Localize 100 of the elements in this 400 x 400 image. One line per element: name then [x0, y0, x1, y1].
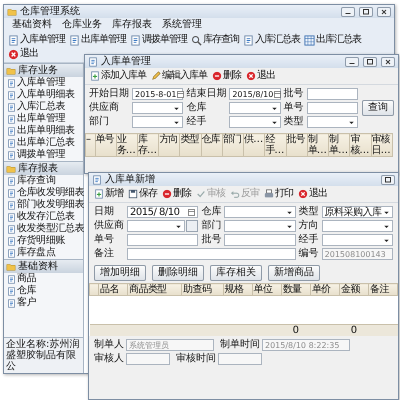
maximize-icon[interactable]: [363, 56, 377, 66]
panel-header[interactable]: 库存业务: [4, 63, 83, 77]
date-field[interactable]: 2015-8-01: [132, 88, 184, 100]
toolbar-button[interactable]: 退出: [244, 69, 277, 83]
document-icon: [8, 34, 19, 46]
dropdown[interactable]: [224, 206, 296, 218]
toolbar-button[interactable]: 编辑入库单: [149, 69, 209, 83]
document-icon: [7, 188, 16, 198]
document-icon: [7, 126, 16, 136]
menu-item[interactable]: 系统管理: [162, 19, 202, 31]
calendar-icon: [187, 208, 196, 216]
search-button[interactable]: 查询: [362, 100, 394, 116]
browse-button[interactable]: [186, 220, 198, 232]
document-icon: [7, 274, 16, 284]
date-field[interactable]: 2015/ 8/10: [127, 206, 198, 218]
sidebar-item[interactable]: 库存盘点: [4, 247, 83, 259]
toolbar-button[interactable]: 添加入库单: [88, 69, 148, 83]
column-header: 规格: [223, 284, 252, 296]
field-label: 供应商: [94, 220, 124, 232]
sidebar-item[interactable]: 出库单管理: [4, 113, 83, 125]
toolbar-button[interactable]: 打印: [262, 187, 295, 201]
toolbar-button[interactable]: 新增: [92, 187, 125, 201]
toolbar-button[interactable]: 退出: [6, 47, 40, 61]
sidebar-item[interactable]: 仓库收发明细表: [4, 187, 83, 199]
minimize-icon[interactable]: [341, 6, 355, 16]
close-icon[interactable]: [381, 56, 395, 66]
toolbar-button[interactable]: 库存查询: [189, 33, 241, 47]
field-label: 结束日期: [186, 88, 226, 100]
sidebar-item[interactable]: 入库单明细表: [4, 89, 83, 101]
field-label: 供应商: [89, 102, 120, 114]
maximize-icon[interactable]: [381, 174, 395, 184]
field-label: 方向: [298, 220, 319, 232]
column-header: 单号: [95, 134, 116, 156]
dropdown[interactable]: 原料采购入库: [322, 206, 393, 218]
total-cell: 0: [292, 325, 299, 336]
menu-item[interactable]: 库存报表: [112, 19, 152, 31]
field-label: 备注: [94, 248, 115, 260]
toolbar-button[interactable]: 入库汇总表: [241, 33, 302, 47]
document-icon: [130, 34, 141, 46]
field-label: 类型: [284, 116, 304, 128]
dropdown[interactable]: [322, 234, 393, 246]
field-label: 单号: [94, 234, 115, 246]
toolbar-button[interactable]: 调拨单管理: [128, 33, 189, 47]
dropdown[interactable]: [229, 116, 281, 128]
action-button[interactable]: 库存相关: [210, 265, 262, 281]
close-icon[interactable]: [377, 6, 391, 16]
action-button[interactable]: 删除明细: [152, 265, 204, 281]
field-label: 部门: [201, 220, 222, 232]
column-header: 单位: [252, 284, 282, 296]
toolbar-button[interactable]: 保存: [126, 187, 159, 201]
sidebar-item[interactable]: 部门收发明细表: [4, 199, 83, 211]
toolbar-button[interactable]: 出库单管理: [67, 33, 128, 47]
sidebar-item[interactable]: 出库单明细表: [4, 125, 83, 137]
action-button[interactable]: 新增商品: [268, 265, 320, 281]
sidebar-item[interactable]: 入库汇总表: [4, 101, 83, 113]
sidebar-item[interactable]: 商品: [4, 273, 83, 285]
sidebar-item[interactable]: 库存查询: [4, 175, 83, 187]
text-field[interactable]: [126, 353, 170, 365]
text-field[interactable]: [306, 88, 358, 100]
total-cell: 0: [350, 325, 358, 336]
text-field[interactable]: [127, 248, 296, 260]
dropdown[interactable]: [132, 102, 184, 114]
menu-item[interactable]: 仓库业务: [62, 19, 102, 31]
sidebar-item[interactable]: 收发类型汇总表: [4, 223, 83, 235]
menu-item[interactable]: 基础资料: [12, 19, 52, 31]
window-title: 入库单管理: [101, 56, 151, 68]
dropdown[interactable]: [306, 116, 358, 128]
toolbar-button[interactable]: 出库汇总表: [302, 33, 363, 47]
sidebar-item[interactable]: 收发存汇总表: [4, 211, 83, 223]
minimize-icon[interactable]: [345, 56, 359, 66]
text-field[interactable]: [306, 102, 358, 114]
text-field[interactable]: [218, 353, 262, 365]
maximize-icon[interactable]: [359, 6, 373, 16]
dropdown[interactable]: [224, 220, 296, 232]
dropdown[interactable]: [132, 116, 184, 128]
toolbar-button[interactable]: 入库单管理: [6, 33, 67, 47]
sidebar-item[interactable]: 出库单汇总表: [4, 137, 83, 149]
dropdown[interactable]: [322, 220, 393, 232]
sidebar-item[interactable]: 入库单管理: [4, 77, 83, 89]
sidebar-item[interactable]: 仓库: [4, 285, 83, 297]
field-label: 经手: [298, 234, 319, 246]
toolbar-button[interactable]: 删除: [160, 187, 193, 201]
text-field[interactable]: [127, 234, 198, 246]
panel-header[interactable]: 基础资料: [4, 259, 83, 273]
sidebar-item[interactable]: 客户: [4, 297, 83, 309]
column-header: 金额: [339, 284, 368, 296]
toolbar-button[interactable]: 退出: [296, 187, 329, 201]
dropdown[interactable]: [127, 220, 186, 232]
sidebar-item[interactable]: 存货明细账: [4, 235, 83, 247]
dropdown[interactable]: [229, 102, 281, 114]
date-field[interactable]: 2015/8/10: [229, 88, 281, 100]
action-button[interactable]: 增加明细: [94, 265, 146, 281]
window-title: 入库单新增: [105, 174, 155, 186]
toolbar-button[interactable]: 删除: [210, 69, 243, 83]
panel-header[interactable]: 库存报表: [4, 161, 83, 175]
document-icon: [7, 236, 16, 246]
column-header: 品名: [98, 284, 128, 296]
undo-icon: [230, 189, 240, 199]
sidebar-item[interactable]: 调拨单管理: [4, 149, 83, 161]
text-field[interactable]: [224, 234, 296, 246]
